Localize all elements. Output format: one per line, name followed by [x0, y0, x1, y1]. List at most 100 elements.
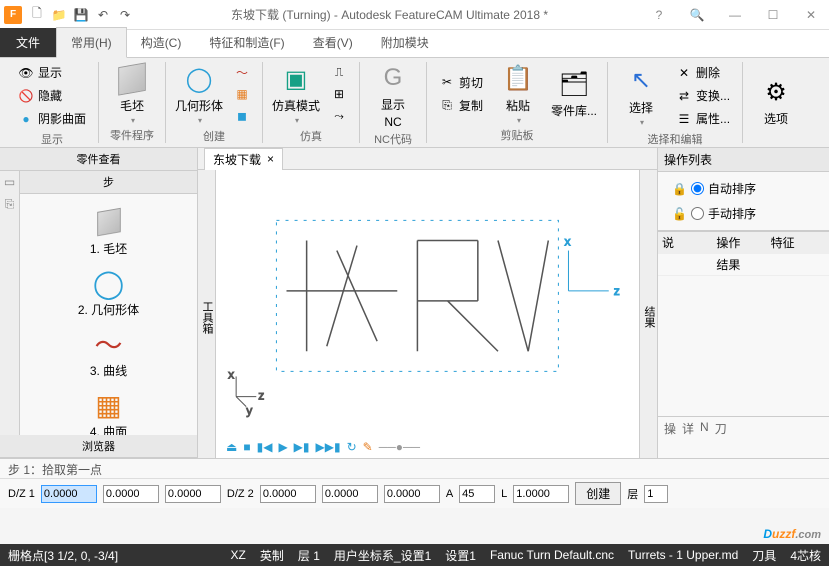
- qat-undo-icon[interactable]: ↶: [94, 6, 112, 24]
- shade-button[interactable]: ●阴影曲面: [14, 108, 90, 129]
- l-input[interactable]: [513, 485, 569, 503]
- cnc-status[interactable]: Fanuc Turn Default.cnc: [490, 548, 614, 562]
- sim-opt2-icon[interactable]: ⊞: [327, 84, 351, 104]
- svg-text:x: x: [228, 367, 234, 381]
- group-sim-label: 仿真: [271, 126, 351, 144]
- toolbox-panel[interactable]: 工具箱: [198, 170, 216, 458]
- tab-addon[interactable]: 附加模块: [367, 28, 443, 57]
- steps-header: 步: [20, 171, 197, 194]
- cut-button[interactable]: ✂剪切: [435, 72, 487, 93]
- a-input[interactable]: [459, 485, 495, 503]
- svg-text:z: z: [258, 389, 264, 403]
- layer-status[interactable]: 层 1: [298, 547, 320, 564]
- attr-button[interactable]: ☰属性...: [672, 108, 734, 129]
- result-panel[interactable]: 结果: [639, 170, 657, 458]
- hide-button[interactable]: 🚫隐藏: [14, 85, 90, 106]
- solid-icon[interactable]: ◼: [230, 106, 254, 126]
- viewport[interactable]: z x z x y ⏏ ■ ▮◀ ▶ ▶▮ ▶▶▮ ↻: [216, 170, 639, 458]
- step-stock[interactable]: 1. 毛坯: [20, 200, 197, 261]
- nc-button[interactable]: G显示NC: [368, 62, 418, 129]
- setup-status[interactable]: 设置1: [445, 547, 476, 564]
- tab-view[interactable]: 查看(V): [299, 28, 367, 57]
- document-tab[interactable]: 东坡下载 ×: [204, 148, 283, 170]
- dz1-input-2[interactable]: [103, 485, 159, 503]
- dz1-label: D/Z 1: [8, 488, 35, 500]
- dz2-input-3[interactable]: [384, 485, 440, 503]
- layer-input[interactable]: [644, 485, 668, 503]
- rtab-nc[interactable]: N: [700, 420, 709, 437]
- dz2-input-2[interactable]: [322, 485, 378, 503]
- show-button[interactable]: 👁显示: [14, 62, 90, 83]
- dz1-input-3[interactable]: [165, 485, 221, 503]
- slider[interactable]: ──●──: [379, 440, 420, 454]
- options-button[interactable]: ⚙选项: [751, 62, 801, 141]
- plane-status[interactable]: XZ: [231, 548, 246, 562]
- unit-status[interactable]: 英制: [260, 547, 284, 564]
- qat-new-icon[interactable]: 🗋: [28, 6, 46, 24]
- select-button[interactable]: ↖选择: [616, 62, 666, 129]
- tool-status[interactable]: 刀具: [752, 547, 776, 564]
- transform-button[interactable]: ⇄变换...: [672, 85, 734, 106]
- close-icon[interactable]: ✕: [797, 8, 825, 22]
- rtab-tool[interactable]: 刀: [715, 420, 727, 437]
- geometry-button[interactable]: ◯几何形体: [174, 62, 224, 126]
- group-edit-label: 选择和编辑: [616, 129, 734, 147]
- turret-status[interactable]: Turrets - 1 Upper.md: [628, 548, 738, 562]
- qat-open-icon[interactable]: 📁: [50, 6, 68, 24]
- svg-text:y: y: [246, 404, 253, 418]
- manual-sort-radio[interactable]: 🔓手动排序: [664, 201, 823, 226]
- create-button[interactable]: 创建: [575, 482, 621, 505]
- rtab-op[interactable]: 操: [664, 420, 676, 437]
- lib-button[interactable]: 🗂零件库...: [549, 62, 599, 125]
- auto-sort-radio[interactable]: 🔒自动排序: [664, 176, 823, 201]
- ffwd-icon[interactable]: ▶▶▮: [316, 440, 341, 454]
- step-surface[interactable]: ▦4. 曲面: [20, 383, 197, 435]
- prev-icon[interactable]: ▮◀: [257, 440, 273, 454]
- dz2-input-1[interactable]: [260, 485, 316, 503]
- group-nc-label: NC代码: [368, 129, 418, 147]
- svg-text:z: z: [614, 284, 620, 298]
- step-geometry[interactable]: ◯2. 几何形体: [20, 261, 197, 322]
- sim-mode-button[interactable]: ▣仿真模式: [271, 62, 321, 126]
- tab-home[interactable]: 常用(H): [56, 27, 127, 58]
- ucs-status[interactable]: 用户坐标系_设置1: [334, 547, 431, 564]
- result-row: 结果: [716, 256, 770, 273]
- sim-opt3-icon[interactable]: ⤳: [327, 106, 351, 126]
- qat-redo-icon[interactable]: ↷: [116, 6, 134, 24]
- col-op: 操作: [716, 234, 770, 251]
- surface-icon[interactable]: ▦: [230, 84, 254, 104]
- tab-feature[interactable]: 特征和制造(F): [195, 28, 298, 57]
- tab-close-icon[interactable]: ×: [267, 152, 274, 166]
- stop-icon[interactable]: ■: [243, 440, 250, 454]
- search-icon[interactable]: 🔍: [683, 8, 711, 22]
- edit-icon[interactable]: ✎: [363, 440, 373, 454]
- curve-icon[interactable]: 〜: [230, 62, 254, 82]
- core-status[interactable]: 4芯核: [790, 547, 821, 564]
- eject-icon[interactable]: ⏏: [226, 440, 237, 454]
- help-icon[interactable]: ?: [645, 8, 673, 22]
- window-title: 东坡下载 (Turning) - Autodesk FeatureCAM Ult…: [134, 6, 645, 23]
- paste-button[interactable]: 📋粘贴: [493, 62, 543, 125]
- delete-button[interactable]: ✕删除: [672, 62, 734, 83]
- stock-button[interactable]: 毛坯: [107, 62, 157, 125]
- dz1-input-1[interactable]: [41, 485, 97, 503]
- leftnav-icon-1[interactable]: ▭: [4, 175, 15, 189]
- step-curve[interactable]: 〜3. 曲线: [20, 322, 197, 383]
- minimize-icon[interactable]: —: [721, 8, 749, 22]
- tab-file[interactable]: 文件: [0, 28, 56, 57]
- watermark: Duzzf.com: [763, 518, 821, 544]
- group-display-label: 显示: [14, 129, 90, 147]
- tab-construct[interactable]: 构造(C): [127, 28, 196, 57]
- play-icon[interactable]: ▶: [278, 440, 287, 454]
- loop-icon[interactable]: ↻: [347, 440, 357, 454]
- copy-button[interactable]: ⎘复制: [435, 95, 487, 116]
- maximize-icon[interactable]: ☐: [759, 8, 787, 22]
- oplist-header: 操作列表: [658, 148, 829, 172]
- rtab-detail[interactable]: 详: [682, 420, 694, 437]
- qat-save-icon[interactable]: 💾: [72, 6, 90, 24]
- next-icon[interactable]: ▶▮: [294, 440, 310, 454]
- status-step: 步 1：拾取第一点: [0, 458, 829, 478]
- col-feat: 特征: [771, 234, 825, 251]
- leftnav-icon-2[interactable]: ⎘: [5, 197, 15, 212]
- sim-opt1-icon[interactable]: ⎍: [327, 62, 351, 82]
